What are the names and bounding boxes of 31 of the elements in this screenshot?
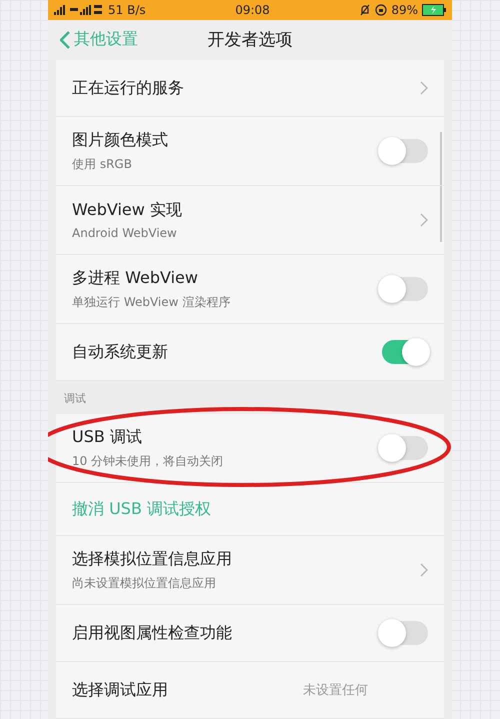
- setting-value: 未设置任何: [303, 682, 368, 699]
- back-button[interactable]: 其他设置: [60, 29, 138, 50]
- battery-icon: [422, 4, 446, 16]
- setting-title: 选择调试应用: [72, 680, 169, 700]
- action-link[interactable]: 撤消 USB 调试授权: [72, 498, 428, 520]
- setting-subtitle: 10 分钟未使用，将自动关闭: [72, 452, 224, 470]
- setting-title: 图片颜色模式: [72, 130, 169, 150]
- chevron-icon: [420, 213, 428, 227]
- chevron-icon: [420, 563, 428, 577]
- setting-title: USB 调试: [72, 426, 143, 448]
- page-title: 开发者选项: [208, 29, 292, 52]
- setting-subtitle: Android WebView: [72, 226, 178, 240]
- setting-title: 正在运行的服务: [72, 78, 185, 98]
- setting-subtitle: 尚未设置模拟位置信息应用: [72, 574, 217, 592]
- rotation-lock-icon: [375, 4, 388, 16]
- back-chevron-icon: [60, 30, 70, 49]
- network-speed: 51 B/s: [108, 2, 146, 17]
- bell-off-icon: [359, 4, 372, 16]
- clock: 09:08: [235, 2, 270, 17]
- setting-subtitle: 使用 sRGB: [72, 156, 133, 172]
- setting-title: 启用视图属性检查功能: [72, 622, 233, 644]
- toggle-switch[interactable]: [382, 340, 428, 364]
- chevron-icon: [420, 81, 428, 95]
- section-header: 调试: [63, 391, 87, 407]
- setting-subtitle: 单独运行 WebView 渲染程序: [72, 294, 232, 310]
- setting-title: 多进程 WebView: [72, 268, 199, 288]
- battery-percent: 89%: [391, 2, 418, 17]
- signal-icon: [54, 4, 104, 16]
- setting-title: 自动系统更新: [72, 342, 169, 362]
- setting-title: 选择模拟位置信息应用: [72, 548, 233, 570]
- setting-title: WebView 实现: [72, 200, 183, 221]
